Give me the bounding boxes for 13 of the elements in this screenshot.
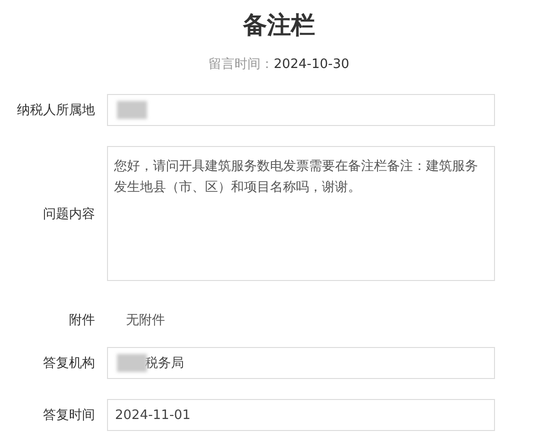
field-label: 答复机构 <box>42 355 95 372</box>
field-label: 附件 <box>68 312 95 329</box>
message-time-label: 留言时间： <box>208 57 274 72</box>
field-value: 无附件 <box>126 312 165 329</box>
field-label: 答复时间 <box>42 407 95 424</box>
message-time-value: 2024-10-30 <box>274 57 350 72</box>
input-field[interactable]: 税务局 <box>107 347 495 379</box>
field-label: 问题内容 <box>42 206 95 222</box>
input-field[interactable]: 2024-11-01 <box>107 399 495 431</box>
input-field[interactable] <box>107 94 495 126</box>
page-title: 备注栏 <box>242 10 316 41</box>
field-label: 纳税人所属地 <box>16 102 95 119</box>
text-area[interactable]: 您好，请问开具建筑服务数电发票需要在备注栏备注：建筑服务发生地县（市、区）和项目名称吗，谢谢。 <box>107 146 495 281</box>
